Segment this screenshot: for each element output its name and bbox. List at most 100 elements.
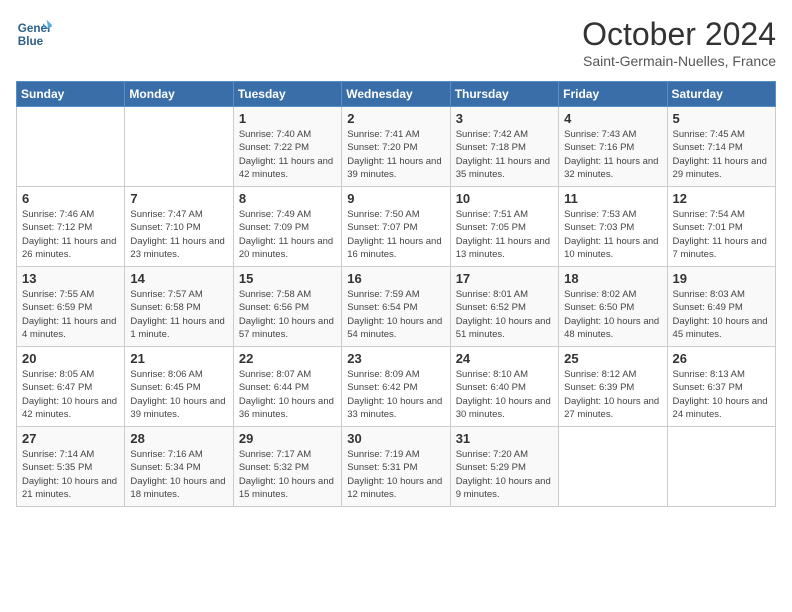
day-number: 4 — [564, 111, 661, 126]
column-header-sunday: Sunday — [17, 82, 125, 107]
calendar-cell: 23Sunrise: 8:09 AM Sunset: 6:42 PM Dayli… — [342, 347, 450, 427]
calendar-cell — [559, 427, 667, 507]
day-number: 7 — [130, 191, 227, 206]
day-info: Sunrise: 7:46 AM Sunset: 7:12 PM Dayligh… — [22, 208, 119, 261]
day-number: 1 — [239, 111, 336, 126]
calendar-week-5: 27 Sunrise: 7:14 AM Sunset: 5:35 PM Dayli… — [17, 427, 776, 507]
day-info: Sunrise: 7:53 AM Sunset: 7:03 PM Dayligh… — [564, 208, 661, 261]
day-number: 9 — [347, 191, 444, 206]
day-number: 3 — [456, 111, 553, 126]
calendar-cell: 2 Sunrise: 7:41 AM Sunset: 7:20 PM Daylig… — [342, 107, 450, 187]
calendar-cell: 21Sunrise: 8:06 AM Sunset: 6:45 PM Dayli… — [125, 347, 233, 427]
day-info: Sunrise: 8:13 AM Sunset: 6:37 PM Dayligh… — [673, 368, 770, 421]
day-number: 2 — [347, 111, 444, 126]
calendar-cell: 15Sunrise: 7:58 AM Sunset: 6:56 PM Dayli… — [233, 267, 341, 347]
logo-icon: General Blue — [16, 16, 52, 52]
calendar-cell: 9 Sunrise: 7:50 AM Sunset: 7:07 PM Daylig… — [342, 187, 450, 267]
calendar-cell: 6 Sunrise: 7:46 AM Sunset: 7:12 PM Daylig… — [17, 187, 125, 267]
day-info: Sunrise: 8:12 AM Sunset: 6:39 PM Dayligh… — [564, 368, 661, 421]
day-number: 26 — [673, 351, 770, 366]
calendar-cell: 30 Sunrise: 7:19 AM Sunset: 5:31 PM Dayli… — [342, 427, 450, 507]
calendar-table: SundayMondayTuesdayWednesdayThursdayFrid… — [16, 81, 776, 507]
day-info: Sunrise: 8:02 AM Sunset: 6:50 PM Dayligh… — [564, 288, 661, 341]
day-info: Sunrise: 8:05 AM Sunset: 6:47 PM Dayligh… — [22, 368, 119, 421]
day-number: 22 — [239, 351, 336, 366]
day-info: Sunrise: 7:14 AM Sunset: 5:35 PM Dayligh… — [22, 448, 119, 501]
calendar-week-2: 6 Sunrise: 7:46 AM Sunset: 7:12 PM Daylig… — [17, 187, 776, 267]
calendar-cell: 14 Sunrise: 7:57 AM Sunset: 6:58 PM Dayli… — [125, 267, 233, 347]
calendar-cell: 18 Sunrise: 8:02 AM Sunset: 6:50 PM Dayli… — [559, 267, 667, 347]
day-info: Sunrise: 7:51 AM Sunset: 7:05 PM Dayligh… — [456, 208, 553, 261]
day-number: 10 — [456, 191, 553, 206]
calendar-cell: 17 Sunrise: 8:01 AM Sunset: 6:52 PM Dayli… — [450, 267, 558, 347]
calendar-week-1: 1 Sunrise: 7:40 AM Sunset: 7:22 PM Daylig… — [17, 107, 776, 187]
calendar-cell: 25Sunrise: 8:12 AM Sunset: 6:39 PM Dayli… — [559, 347, 667, 427]
calendar-cell — [17, 107, 125, 187]
day-info: Sunrise: 7:19 AM Sunset: 5:31 PM Dayligh… — [347, 448, 444, 501]
day-info: Sunrise: 8:01 AM Sunset: 6:52 PM Dayligh… — [456, 288, 553, 341]
month-title: October 2024 — [582, 16, 776, 53]
day-info: Sunrise: 7:54 AM Sunset: 7:01 PM Dayligh… — [673, 208, 770, 261]
day-number: 17 — [456, 271, 553, 286]
day-number: 5 — [673, 111, 770, 126]
column-header-saturday: Saturday — [667, 82, 775, 107]
day-number: 23 — [347, 351, 444, 366]
calendar-cell: 26 Sunrise: 8:13 AM Sunset: 6:37 PM Dayli… — [667, 347, 775, 427]
calendar-cell — [125, 107, 233, 187]
logo: General Blue — [16, 16, 52, 52]
day-number: 11 — [564, 191, 661, 206]
day-info: Sunrise: 7:50 AM Sunset: 7:07 PM Dayligh… — [347, 208, 444, 261]
day-number: 29 — [239, 431, 336, 446]
calendar-cell: 12 Sunrise: 7:54 AM Sunset: 7:01 PM Dayli… — [667, 187, 775, 267]
day-number: 15 — [239, 271, 336, 286]
day-number: 16 — [347, 271, 444, 286]
day-info: Sunrise: 7:49 AM Sunset: 7:09 PM Dayligh… — [239, 208, 336, 261]
column-header-wednesday: Wednesday — [342, 82, 450, 107]
day-info: Sunrise: 7:55 AM Sunset: 6:59 PM Dayligh… — [22, 288, 119, 341]
day-number: 6 — [22, 191, 119, 206]
day-info: Sunrise: 7:57 AM Sunset: 6:58 PM Dayligh… — [130, 288, 227, 341]
day-number: 31 — [456, 431, 553, 446]
day-info: Sunrise: 7:43 AM Sunset: 7:16 PM Dayligh… — [564, 128, 661, 181]
calendar-cell: 10 Sunrise: 7:51 AM Sunset: 7:05 PM Dayli… — [450, 187, 558, 267]
calendar-cell: 4 Sunrise: 7:43 AM Sunset: 7:16 PM Daylig… — [559, 107, 667, 187]
day-info: Sunrise: 7:17 AM Sunset: 5:32 PM Dayligh… — [239, 448, 336, 501]
day-number: 30 — [347, 431, 444, 446]
column-header-tuesday: Tuesday — [233, 82, 341, 107]
column-header-monday: Monday — [125, 82, 233, 107]
calendar-cell: 16 Sunrise: 7:59 AM Sunset: 6:54 PM Dayli… — [342, 267, 450, 347]
day-number: 18 — [564, 271, 661, 286]
day-info: Sunrise: 7:40 AM Sunset: 7:22 PM Dayligh… — [239, 128, 336, 181]
column-header-friday: Friday — [559, 82, 667, 107]
day-info: Sunrise: 7:20 AM Sunset: 5:29 PM Dayligh… — [456, 448, 553, 501]
calendar-cell: 19 Sunrise: 8:03 AM Sunset: 6:49 PM Dayli… — [667, 267, 775, 347]
day-number: 28 — [130, 431, 227, 446]
day-number: 19 — [673, 271, 770, 286]
day-info: Sunrise: 7:45 AM Sunset: 7:14 PM Dayligh… — [673, 128, 770, 181]
calendar-header: SundayMondayTuesdayWednesdayThursdayFrid… — [17, 82, 776, 107]
calendar-week-4: 20Sunrise: 8:05 AM Sunset: 6:47 PM Dayli… — [17, 347, 776, 427]
day-number: 27 — [22, 431, 119, 446]
day-info: Sunrise: 8:03 AM Sunset: 6:49 PM Dayligh… — [673, 288, 770, 341]
calendar-cell: 11 Sunrise: 7:53 AM Sunset: 7:03 PM Dayli… — [559, 187, 667, 267]
day-number: 14 — [130, 271, 227, 286]
calendar-cell: 24Sunrise: 8:10 AM Sunset: 6:40 PM Dayli… — [450, 347, 558, 427]
calendar-cell: 3Sunrise: 7:42 AM Sunset: 7:18 PM Daylig… — [450, 107, 558, 187]
day-info: Sunrise: 7:16 AM Sunset: 5:34 PM Dayligh… — [130, 448, 227, 501]
calendar-cell: 27 Sunrise: 7:14 AM Sunset: 5:35 PM Dayli… — [17, 427, 125, 507]
day-info: Sunrise: 7:41 AM Sunset: 7:20 PM Dayligh… — [347, 128, 444, 181]
title-block: October 2024 Saint-Germain-Nuelles, Fran… — [582, 16, 776, 69]
day-number: 13 — [22, 271, 119, 286]
page-header: General Blue October 2024 Saint-Germain-… — [16, 16, 776, 69]
day-number: 21 — [130, 351, 227, 366]
calendar-cell: 8Sunrise: 7:49 AM Sunset: 7:09 PM Daylig… — [233, 187, 341, 267]
day-info: Sunrise: 8:10 AM Sunset: 6:40 PM Dayligh… — [456, 368, 553, 421]
day-info: Sunrise: 8:07 AM Sunset: 6:44 PM Dayligh… — [239, 368, 336, 421]
day-info: Sunrise: 7:47 AM Sunset: 7:10 PM Dayligh… — [130, 208, 227, 261]
day-info: Sunrise: 7:59 AM Sunset: 6:54 PM Dayligh… — [347, 288, 444, 341]
calendar-cell: 7 Sunrise: 7:47 AM Sunset: 7:10 PM Daylig… — [125, 187, 233, 267]
day-number: 12 — [673, 191, 770, 206]
calendar-cell: 1 Sunrise: 7:40 AM Sunset: 7:22 PM Daylig… — [233, 107, 341, 187]
calendar-cell: 22 Sunrise: 8:07 AM Sunset: 6:44 PM Dayli… — [233, 347, 341, 427]
calendar-week-3: 13 Sunrise: 7:55 AM Sunset: 6:59 PM Dayli… — [17, 267, 776, 347]
